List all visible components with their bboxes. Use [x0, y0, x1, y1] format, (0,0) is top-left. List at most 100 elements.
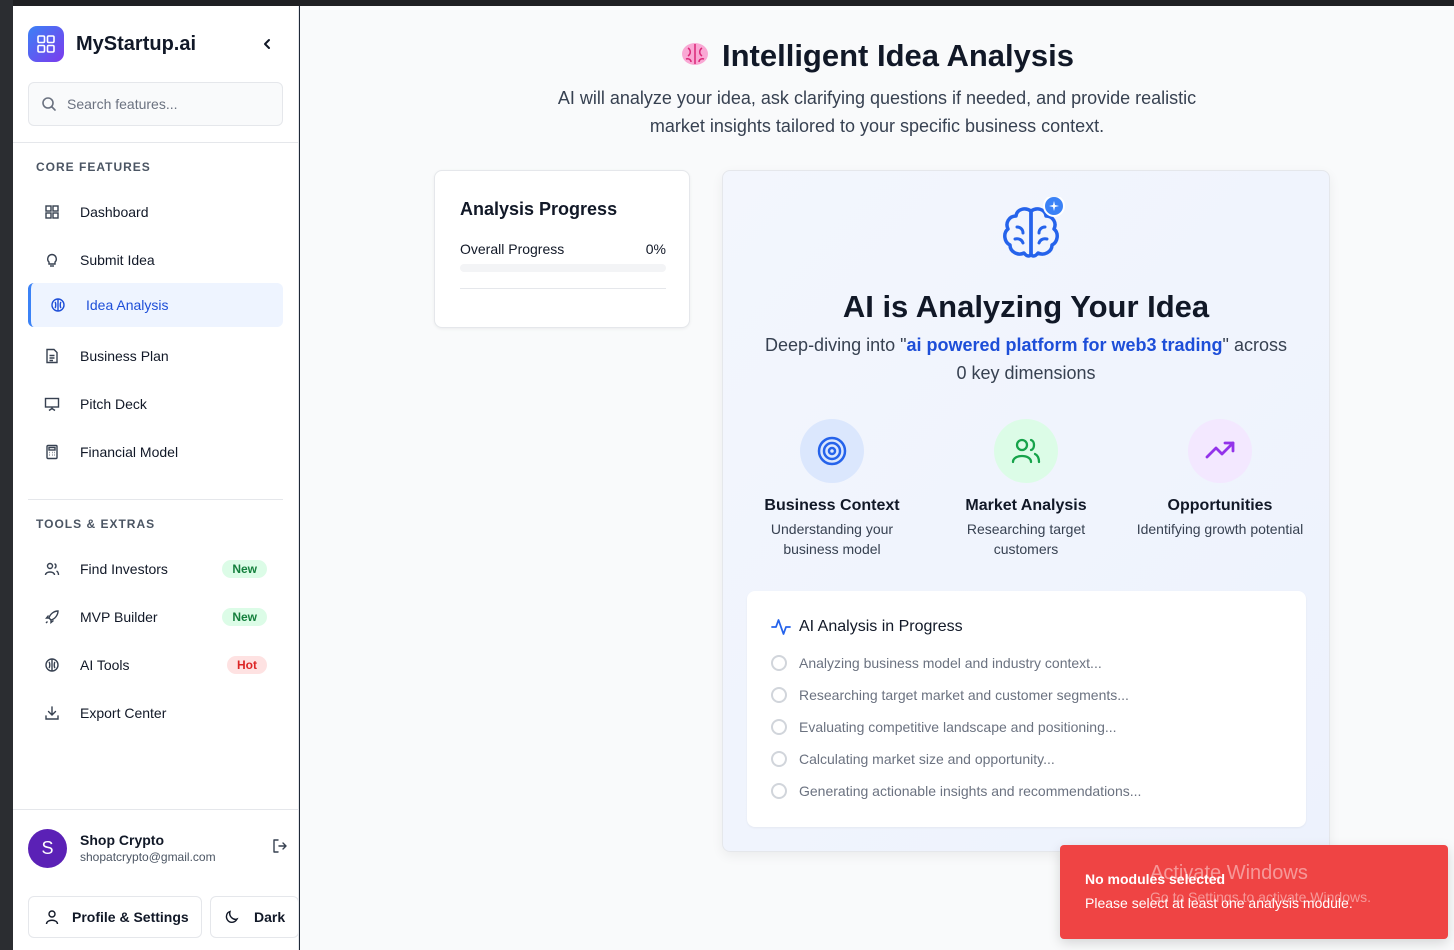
toast-title: No modules selected — [1085, 871, 1226, 887]
sidebar-item-business-plan[interactable]: Business Plan — [28, 334, 283, 378]
tools-extras-heading: TOOLS & EXTRAS — [36, 517, 156, 531]
app-logo-icon — [28, 26, 64, 62]
sidebar-item-mvp-builder[interactable]: MVP Builder New — [28, 595, 283, 639]
profile-settings-button[interactable]: Profile & Settings — [28, 896, 202, 938]
sidebar-item-label: Pitch Deck — [80, 396, 147, 412]
users-icon — [994, 419, 1058, 483]
sidebar-item-label: Dashboard — [80, 204, 149, 220]
users-icon — [43, 560, 61, 578]
profile-settings-label: Profile & Settings — [72, 909, 189, 925]
document-icon — [43, 347, 61, 365]
sidebar-item-dashboard[interactable]: Dashboard — [28, 190, 283, 234]
dimension-title: Business Context — [764, 497, 900, 514]
moon-icon — [225, 910, 239, 924]
logout-icon[interactable] — [272, 838, 288, 859]
dimension-description: Researching target customers — [966, 521, 1086, 557]
brain-sparkle-icon — [995, 195, 1067, 274]
main-content: Intelligent Idea Analysis AI will analyz… — [300, 6, 1454, 950]
search-icon — [42, 97, 56, 111]
dashboard-icon — [43, 203, 61, 221]
core-features-heading: CORE FEATURES — [36, 160, 151, 174]
window-left-frame — [0, 0, 13, 950]
sidebar-item-label: AI Tools — [80, 657, 130, 673]
analysis-steps-card: AI Analysis in Progress Analyzing busine… — [747, 591, 1306, 827]
app-name: MyStartup.ai — [76, 32, 197, 55]
chevron-left-icon — [264, 39, 270, 49]
page-subtitle: AI will analyze your idea, ask clarifyin… — [557, 88, 1197, 136]
analysis-card: AI is Analyzing Your Idea Deep-diving in… — [722, 170, 1330, 852]
hot-badge: Hot — [227, 656, 267, 674]
sidebar-item-financial-model[interactable]: Financial Model — [28, 430, 283, 474]
sidebar-item-label: Submit Idea — [80, 252, 155, 268]
sidebar-item-ai-tools[interactable]: AI Tools Hot — [28, 643, 283, 687]
sidebar-item-export-center[interactable]: Export Center — [28, 691, 283, 735]
analysis-progress-card: Analysis Progress Overall Progress 0% — [434, 170, 690, 328]
lightbulb-icon — [43, 251, 61, 269]
calculator-icon — [43, 443, 61, 461]
pending-circle-icon — [771, 751, 787, 767]
dimension-market-analysis: Market Analysis Researching target custo… — [936, 419, 1116, 559]
sidebar-item-label: Idea Analysis — [86, 297, 169, 313]
brain-icon — [49, 296, 67, 314]
pending-circle-icon — [771, 687, 787, 703]
user-icon — [45, 910, 59, 925]
dimension-title: Opportunities — [1167, 497, 1273, 514]
dimension-count: 0 key dimensions — [956, 363, 1096, 383]
sidebar-item-label: Business Plan — [80, 348, 169, 364]
activity-icon — [771, 619, 791, 635]
analysis-step: Generating actionable insights and recom… — [771, 783, 1141, 799]
divider — [13, 809, 299, 810]
analysis-step: Calculating market size and opportunity.… — [771, 751, 1055, 767]
steps-title: AI Analysis in Progress — [799, 618, 963, 635]
download-icon — [43, 704, 61, 722]
presentation-icon — [43, 395, 61, 413]
new-badge: New — [222, 560, 267, 578]
dark-mode-label: Dark — [254, 909, 286, 925]
dimension-opportunities: Opportunities Identifying growth potenti… — [1130, 419, 1310, 539]
progress-card-title: Analysis Progress — [460, 199, 618, 219]
search-input[interactable] — [67, 96, 267, 112]
rocket-icon — [43, 608, 61, 626]
target-icon — [800, 419, 864, 483]
sidebar-item-idea-analysis[interactable]: Idea Analysis — [28, 283, 283, 327]
analysis-title: AI is Analyzing Your Idea — [842, 289, 1210, 324]
sidebar-item-submit-idea[interactable]: Submit Idea — [28, 238, 283, 282]
sidebar-item-find-investors[interactable]: Find Investors New — [28, 547, 283, 591]
analysis-subtitle: Deep-diving into "ai powered platform fo… — [765, 335, 1287, 383]
pending-circle-icon — [771, 655, 787, 671]
pending-circle-icon — [771, 719, 787, 735]
collapse-sidebar-button[interactable] — [257, 34, 277, 54]
dimension-business-context: Business Context Understanding your busi… — [742, 419, 922, 559]
divider — [460, 288, 666, 289]
analysis-step: Researching target market and customer s… — [771, 687, 1129, 703]
divider — [13, 142, 299, 143]
dimension-description: Identifying growth potential — [1136, 521, 1304, 537]
overall-progress-value: 0% — [645, 241, 666, 257]
error-toast[interactable]: No modules selected Please select at lea… — [1060, 845, 1448, 939]
search-box[interactable] — [28, 82, 283, 126]
page-title: Intelligent Idea Analysis — [300, 38, 1454, 76]
sidebar-item-label: MVP Builder — [80, 609, 158, 625]
dark-mode-button[interactable]: Dark — [210, 896, 299, 938]
sidebar-item-label: Financial Model — [80, 444, 179, 460]
pending-circle-icon — [771, 783, 787, 799]
sidebar-item-label: Find Investors — [80, 561, 168, 577]
dimension-description: Understanding your business model — [770, 521, 894, 557]
overall-progress-bar — [460, 264, 666, 272]
analysis-step: Evaluating competitive landscape and pos… — [771, 719, 1117, 735]
brain-emoji-icon — [680, 40, 710, 76]
dimension-title: Market Analysis — [965, 497, 1087, 514]
divider — [28, 499, 283, 500]
overall-progress-label: Overall Progress — [460, 241, 565, 257]
brand: MyStartup.ai — [28, 26, 196, 62]
new-badge: New — [222, 608, 267, 626]
user-email: shopatcrypto@gmail.com — [80, 850, 216, 864]
sidebar: MyStartup.ai CORE FEATURES Dashboard Sub… — [13, 6, 299, 950]
analysis-step: Analyzing business model and industry co… — [771, 655, 1102, 671]
trending-up-icon — [1188, 419, 1252, 483]
user-profile: S Shop Crypto shopatcrypto@gmail.com — [28, 828, 287, 868]
toast-message: Please select at least one analysis modu… — [1085, 895, 1353, 911]
user-name: Shop Crypto — [80, 832, 164, 848]
avatar: S — [28, 828, 67, 868]
sidebar-item-pitch-deck[interactable]: Pitch Deck — [28, 382, 283, 426]
